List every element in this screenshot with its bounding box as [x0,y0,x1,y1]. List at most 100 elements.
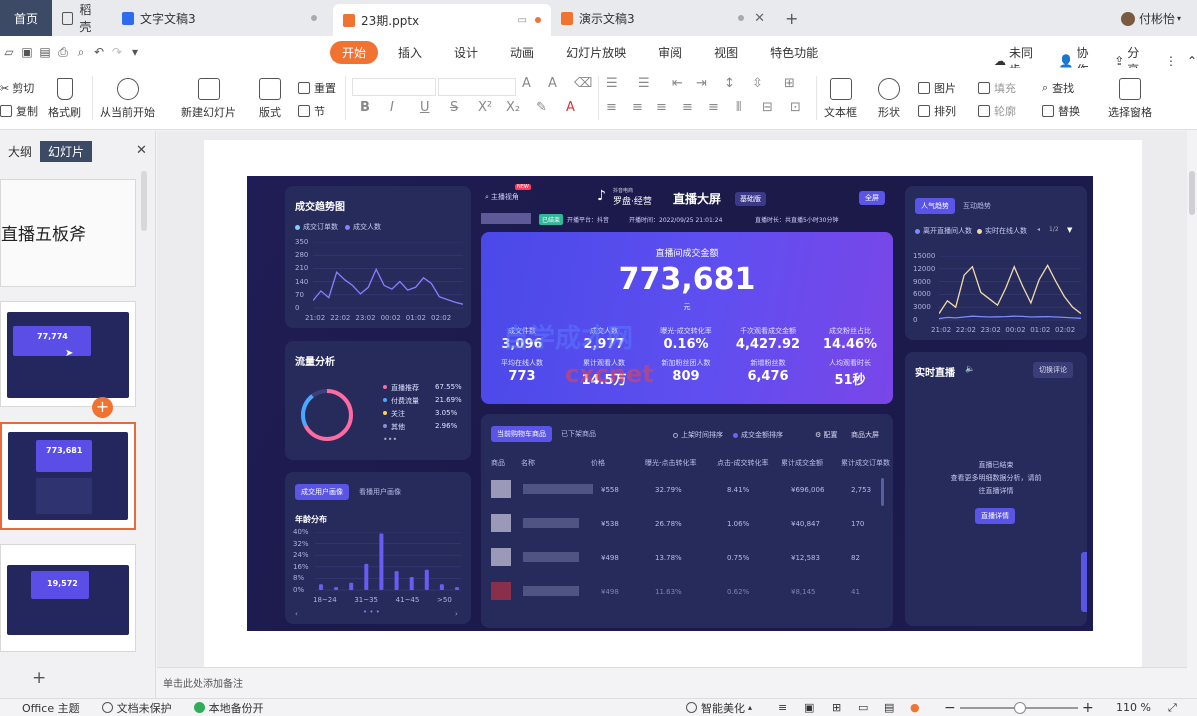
version-badge[interactable]: 基础版 [735,192,766,206]
prev-arrow-icon[interactable]: ‹ [295,610,298,618]
new-slide-button[interactable]: 新建幻灯片 [181,78,236,120]
tab-daoke[interactable]: 稻壳 [52,0,112,36]
scroll-thumb[interactable] [1189,171,1195,215]
picture-button[interactable]: 图片 [918,80,956,96]
layout-button[interactable]: 版式 [259,78,281,120]
arrange-button[interactable]: 排列 [918,103,956,119]
open-folder-icon[interactable]: ▱ [0,44,18,60]
fill-button[interactable]: 填充 [978,80,1016,96]
menu-home[interactable]: 开始 [330,40,379,64]
align-left-icon[interactable]: ≡ [606,100,617,115]
sort-by-time[interactable]: 上架时间排序 [673,430,723,440]
fullscreen-button[interactable]: 全屏 [859,191,885,205]
table-row[interactable] [487,544,879,574]
copy-button[interactable]: 复制 [0,103,38,119]
tab-removed-goods[interactable]: 已下架商品 [555,426,602,442]
new-tab-button[interactable]: + [775,0,805,36]
sorter-view-icon[interactable]: ⊞ [832,701,841,714]
add-slide-button[interactable]: + [32,668,46,688]
clear-format-icon[interactable]: ⌫ [574,76,592,91]
table-row[interactable] [487,510,879,540]
notes-toggle-icon[interactable]: ≡ [778,701,787,714]
legend-prev-icon[interactable]: ◂ [1037,226,1040,233]
text-direction-icon[interactable]: ↕ [724,76,735,91]
panel-scrollbar[interactable] [141,171,147,231]
speaker-icon[interactable]: 🔈 [965,364,975,373]
textbox-button[interactable]: 文本框 [824,78,857,120]
slide-thumbnail-3-selected[interactable]: 773,681 [0,422,136,530]
numbered-list-icon[interactable]: ☰ [638,76,650,91]
sort-by-gmv[interactable]: 成交金额排序 [733,430,783,440]
indent-icon[interactable]: ⇥ [696,76,707,91]
tab-buyer-profile[interactable]: 成交用户画像 [295,484,349,500]
slide-thumbnail-1[interactable]: 直播五板斧 [0,179,136,287]
dashboard-image[interactable]: 成交趋势图 成交订单数 成交人数 350 280 210 140 70 0 21:02 22… [247,176,1093,631]
columns-icon[interactable]: ⫴ [736,100,741,115]
print-icon[interactable]: ⎙ [54,44,72,60]
menu-slideshow[interactable]: 幻灯片放映 [554,41,638,64]
undo-icon[interactable]: ↶ [90,44,108,60]
side-handle[interactable] [1081,552,1087,612]
tab-pptx-active[interactable]: 23期.pptx ▭ [333,4,551,36]
legend-next-icon[interactable]: ▼ [1067,226,1072,234]
align-right-icon[interactable]: ≡ [656,100,667,115]
bullet-list-icon[interactable]: ☰ [606,76,618,91]
menu-features[interactable]: 特色功能 [758,41,830,64]
beautify-button[interactable]: 智能美化 ▴ [686,700,752,716]
screen-icon[interactable]: ▭ [518,15,527,26]
table-row[interactable] [487,578,879,608]
tab-viewer-profile[interactable]: 看播用户画像 [353,484,407,500]
tab-popularity[interactable]: 人气趋势 [915,198,955,214]
close-panel-icon[interactable]: ✕ [136,143,147,158]
menu-animation[interactable]: 动画 [498,41,546,64]
menu-insert[interactable]: 插入 [386,41,434,64]
next-arrow-icon[interactable]: › [455,610,458,618]
zoom-slider-thumb[interactable] [1014,702,1026,714]
user-account[interactable]: 付彬怡 ▾ [1120,10,1181,27]
customize-chevron-icon[interactable]: ▾ [126,44,144,60]
selection-pane-button[interactable]: 选择窗格 [1108,78,1152,120]
text-effect-icon[interactable]: ⊞ [784,76,795,91]
config-button[interactable]: ⚙ 配置 [809,427,844,443]
play-slideshow-icon[interactable]: ● [910,701,920,714]
fit-window-icon[interactable]: ⤢ [1168,701,1177,715]
font-name-select[interactable] [352,78,436,96]
section-button[interactable]: 节 [298,103,325,119]
normal-view-icon[interactable]: ▣ [804,701,814,714]
slide-thumbnail-2[interactable]: 77,774 ➤ [0,301,136,407]
tab-doc-3[interactable]: 文字文稿3 [112,0,327,36]
increase-font-icon[interactable]: A [522,76,531,91]
reset-button[interactable]: 重置 [298,80,336,96]
menu-view[interactable]: 视图 [702,41,750,64]
find-button[interactable]: ⌕ 查找 [1042,80,1074,96]
tab-interaction[interactable]: 互动趋势 [957,198,997,214]
zoom-slider[interactable] [960,702,1078,714]
replace-button[interactable]: 替换 [1042,103,1080,119]
theme-status[interactable]: Office 主题 [22,700,80,716]
switch-comments-button[interactable]: 切换评论 [1033,362,1073,378]
zoom-level[interactable]: 110 % [1116,701,1151,714]
strikethrough-icon[interactable]: S [450,100,458,115]
menu-design[interactable]: 设计 [442,41,490,64]
protect-status[interactable]: 文档未保护 [101,700,172,716]
underline-icon[interactable]: U [420,100,430,115]
zoom-in-button[interactable]: + [1082,700,1094,716]
presenter-view-icon[interactable]: ▤ [884,701,894,714]
cut-button[interactable]: ✂ 剪切 [0,80,34,96]
align-text-icon[interactable]: ⊟ [762,100,773,115]
decrease-font-icon[interactable]: A [548,76,557,91]
close-tab-icon[interactable]: ✕ [754,11,765,26]
outdent-icon[interactable]: ⇤ [672,76,683,91]
save-icon[interactable]: ▣ [18,44,36,60]
line-spacing-icon[interactable]: ⇳ [752,76,763,91]
distribute-icon[interactable]: ≡ [708,100,719,115]
reading-view-icon[interactable]: ▭ [858,701,868,714]
slide-thumbnail-4[interactable]: 19,572 [0,544,136,652]
justify-icon[interactable]: ≡ [682,100,693,115]
export-icon[interactable]: ▤ [36,44,54,60]
highlight-icon[interactable]: ✎ [536,100,547,115]
live-detail-button[interactable]: 直播详情 [975,508,1015,524]
tab-current-goods[interactable]: 当前购物车商品 [491,426,552,442]
menu-review[interactable]: 审阅 [646,41,694,64]
goods-screen-button[interactable]: 商品大屏 [845,427,885,443]
